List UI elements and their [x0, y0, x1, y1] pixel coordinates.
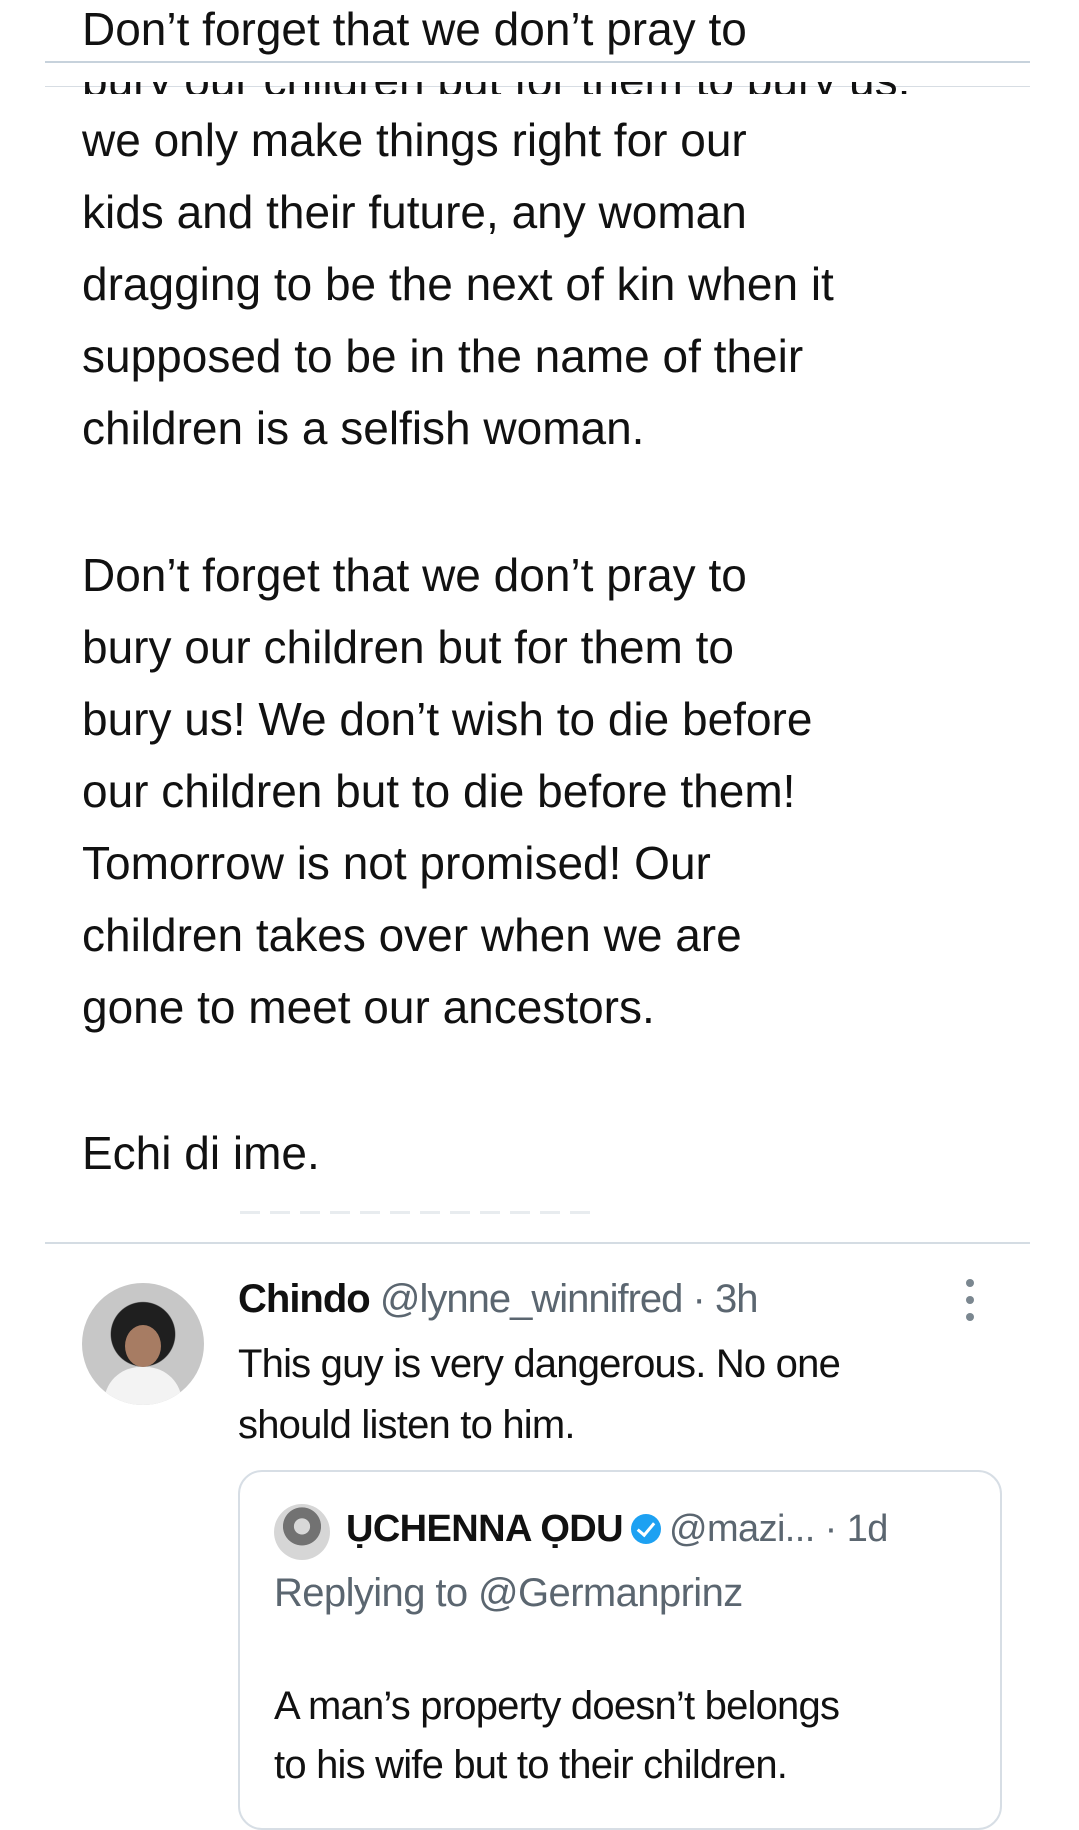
reply-separator: · [692, 1277, 706, 1321]
quoted-tweet-header: ỤCHENNA ỌDU @mazi... · 1d [346, 1500, 888, 1558]
quoted-separator: · [824, 1508, 838, 1550]
avatar-face [125, 1325, 161, 1367]
quoted-tweet-text: A man’s property doesn’t belongs to his … [274, 1684, 840, 1787]
quoted-tweet-card[interactable]: ỤCHENNA ỌDU @mazi... · 1d Replying to @Ge… [238, 1470, 1002, 1830]
reply-text: This guy is very dangerous. No one shoul… [238, 1342, 841, 1447]
reply-divider [45, 1242, 1030, 1244]
tweet-paragraph-1: we only make things right for our kids a… [82, 114, 834, 454]
more-dot [966, 1313, 974, 1321]
reply-avatar[interactable] [82, 1283, 204, 1405]
tweet-paragraph-2: Don’t forget that we don’t pray to bury … [82, 549, 813, 1033]
verified-badge-icon [631, 1514, 661, 1544]
tweet-paragraph-3: Echi di ime. [82, 1127, 320, 1179]
tweet-top-line: Don’t forget that we don’t pray to [82, 3, 747, 55]
more-dot [966, 1296, 974, 1304]
more-vertical-icon[interactable] [966, 1279, 974, 1321]
quoted-name[interactable]: ỤCHENNA ỌDU [346, 1508, 624, 1550]
tweet-cut-line-text: bury our children but for them to bury u… [82, 82, 910, 94]
quoted-handle[interactable]: @mazi... [669, 1508, 815, 1550]
quoted-time[interactable]: 1d [847, 1508, 889, 1550]
quoted-avatar[interactable] [274, 1504, 330, 1560]
faint-separator [240, 1211, 590, 1214]
reply-header: Chindo @lynne_winnifred · 3h [238, 1270, 758, 1328]
replying-to-text: Replying to @Germanprinz [274, 1571, 743, 1615]
tweet-cut-line: bury our children but for them to bury u… [82, 82, 982, 94]
avatar-body [104, 1367, 182, 1405]
reply-name[interactable]: Chindo [238, 1277, 371, 1321]
more-dot [966, 1279, 974, 1287]
reply-time[interactable]: 3h [715, 1277, 758, 1321]
reply-handle[interactable]: @lynne_winnifred [380, 1277, 684, 1321]
tweet-divider [45, 61, 1030, 63]
